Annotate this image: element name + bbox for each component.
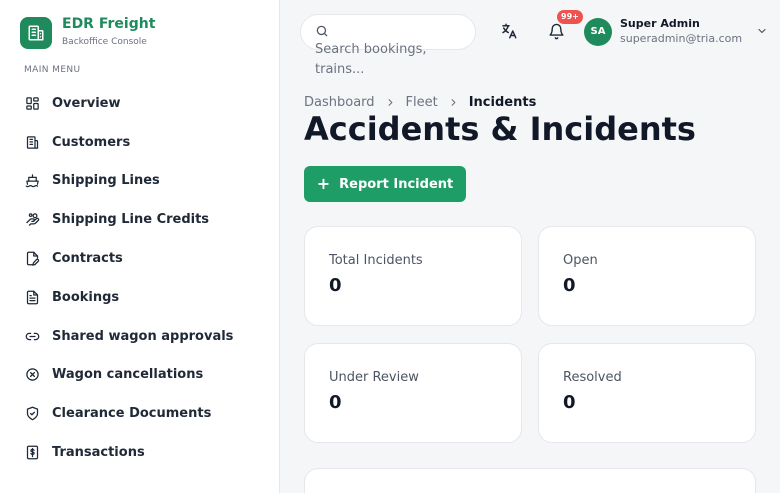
file-pen-icon: [24, 251, 40, 267]
sidebar: EDR Freight Backoffice Console MAIN MENU…: [0, 0, 280, 493]
sidebar-item-label: Shared wagon approvals: [52, 328, 234, 344]
chevron-right-icon: [385, 97, 396, 108]
sidebar-item-shared-wagon-approvals[interactable]: Shared wagon approvals: [24, 317, 264, 356]
stat-card-under-review: Under Review 0: [304, 343, 522, 443]
chevron-right-icon: [448, 97, 459, 108]
avatar: SA: [584, 17, 612, 46]
chevron-down-icon: [756, 22, 768, 41]
hand-coins-icon: [24, 212, 40, 228]
search-input[interactable]: Search bookings, trains...: [300, 14, 476, 77]
building-icon: [24, 134, 40, 150]
dashboard-icon: [24, 95, 40, 111]
sidebar-item-customers[interactable]: Customers: [24, 123, 264, 162]
breadcrumb: Dashboard Fleet Incidents: [304, 95, 536, 110]
user-name: Super Admin: [620, 17, 700, 30]
sidebar-item-label: Transactions: [52, 445, 145, 461]
sidebar-item-clearance-documents[interactable]: Clearance Documents: [24, 394, 264, 433]
sidebar-item-shipping-lines[interactable]: Shipping Lines: [24, 162, 264, 201]
breadcrumb-incidents: Incidents: [468, 95, 537, 110]
sidebar-item-label: Bookings: [52, 289, 120, 305]
stat-card-total-incidents: Total Incidents 0: [304, 226, 522, 326]
stat-card-resolved: Resolved 0: [538, 343, 756, 443]
stat-label: Total Incidents: [329, 253, 423, 268]
stat-label: Resolved: [563, 370, 622, 385]
user-menu[interactable]: SA Super Admin superadmin@tria.com: [584, 17, 768, 46]
shield-check-icon: [24, 406, 40, 422]
ship-icon: [24, 173, 40, 189]
brand-subtitle: Backoffice Console: [62, 37, 147, 47]
main-menu: Overview Customers Shipping Lines Shippi…: [24, 84, 264, 472]
link-icon: [24, 328, 40, 344]
notifications-button[interactable]: [545, 22, 567, 44]
sidebar-item-label: Wagon cancellations: [52, 367, 204, 383]
plus-icon: +: [316, 174, 331, 193]
stat-value: 0: [563, 275, 576, 296]
sidebar-item-label: Customers: [52, 134, 131, 150]
stat-value: 0: [563, 392, 576, 413]
sidebar-item-label: Contracts: [52, 251, 123, 267]
sidebar-item-shipping-line-credits[interactable]: Shipping Line Credits: [24, 200, 264, 239]
report-incident-button[interactable]: + Report Incident: [304, 166, 466, 202]
file-text-icon: [24, 289, 40, 305]
stat-label: Under Review: [329, 370, 419, 385]
notification-badge: 99+: [557, 10, 583, 24]
circle-x-icon: [24, 367, 40, 383]
building-logo-icon: [20, 16, 52, 49]
menu-heading: MAIN MENU: [24, 65, 81, 75]
receipt-dollar-icon: [24, 445, 40, 461]
user-email: superadmin@tria.com: [620, 32, 743, 45]
stat-value: 0: [329, 392, 342, 413]
sidebar-item-label: Shipping Lines: [52, 173, 160, 189]
incidents-panel: [304, 468, 756, 493]
report-incident-label: Report Incident: [339, 176, 454, 192]
brand-name: EDR Freight: [62, 16, 156, 32]
sidebar-item-label: Overview: [52, 95, 121, 111]
stat-card-open: Open 0: [538, 226, 756, 326]
sidebar-item-label: Shipping Line Credits: [52, 212, 210, 228]
sidebar-item-contracts[interactable]: Contracts: [24, 239, 264, 278]
translate-icon: [500, 22, 518, 44]
sidebar-item-label: Clearance Documents: [52, 406, 212, 422]
stat-value: 0: [329, 275, 342, 296]
sidebar-item-bookings[interactable]: Bookings: [24, 278, 264, 317]
sidebar-item-transactions[interactable]: Transactions: [24, 433, 264, 472]
sidebar-item-wagon-cancellations[interactable]: Wagon cancellations: [24, 356, 264, 395]
breadcrumb-dashboard[interactable]: Dashboard: [304, 95, 375, 110]
bell-icon: [548, 23, 565, 44]
breadcrumb-fleet[interactable]: Fleet: [406, 95, 438, 110]
brand[interactable]: EDR Freight Backoffice Console: [20, 16, 155, 49]
page-title: Accidents & Incidents: [304, 110, 696, 148]
language-button[interactable]: [498, 22, 520, 44]
stat-label: Open: [563, 253, 598, 268]
sidebar-item-overview[interactable]: Overview: [24, 84, 264, 123]
search-placeholder: Search bookings, trains...: [315, 42, 427, 77]
